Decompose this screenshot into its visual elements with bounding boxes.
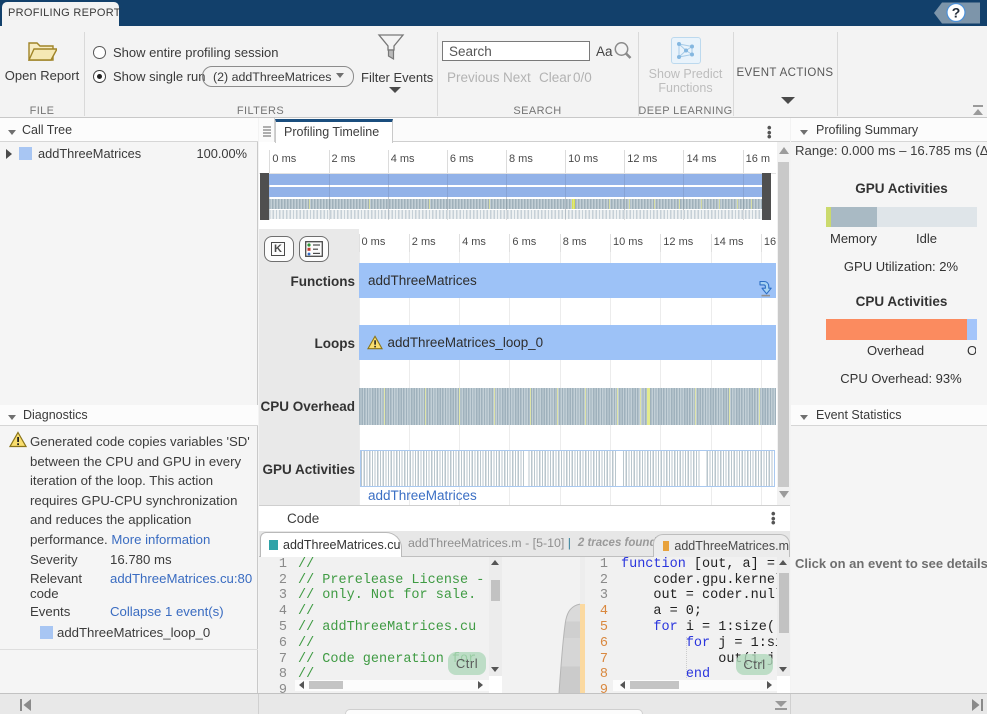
svg-text:?: ? [952, 5, 961, 21]
